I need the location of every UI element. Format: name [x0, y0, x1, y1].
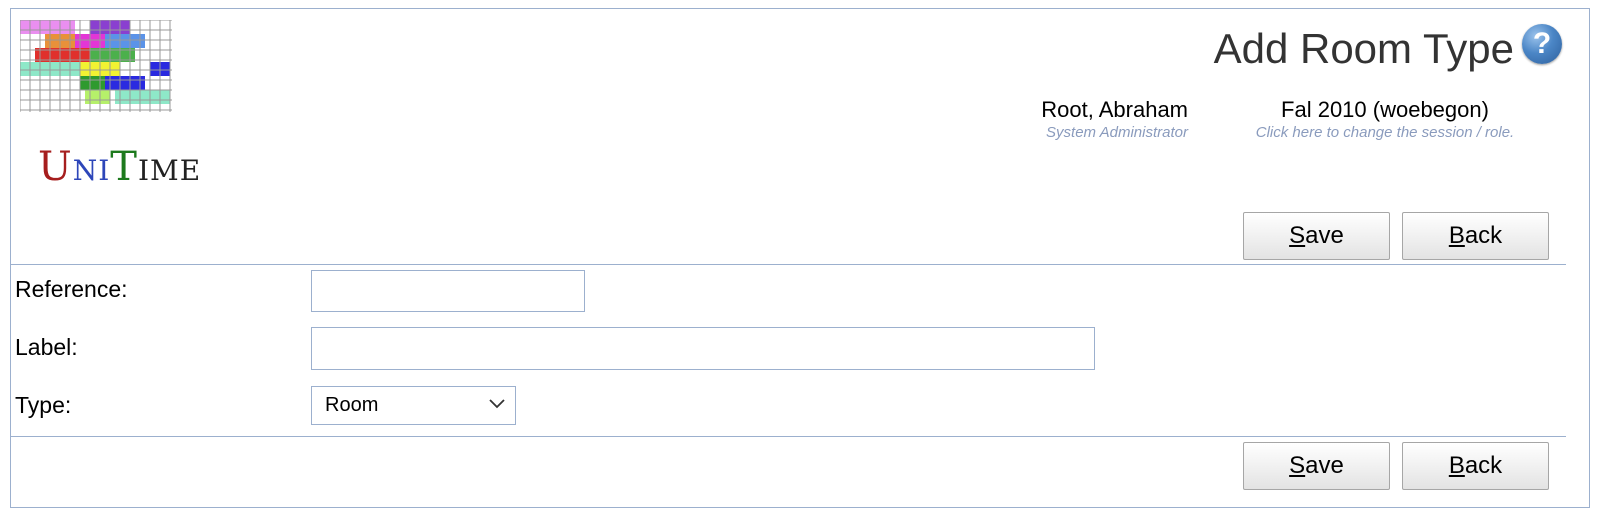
footer-divider [10, 436, 1566, 437]
user-info[interactable]: Root, Abraham System Administrator [1041, 96, 1188, 142]
chevron-down-icon [489, 399, 505, 409]
type-label: Type: [15, 392, 72, 418]
session-name: Fal 2010 (woebegon) [1281, 97, 1489, 122]
save-button-bottom[interactable]: Save [1243, 442, 1390, 490]
unitime-logo[interactable]: UNITIME [20, 20, 200, 190]
back-button-bottom[interactable]: Back [1402, 442, 1549, 490]
reference-input[interactable] [311, 270, 585, 312]
session-info[interactable]: Fal 2010 (woebegon) Click here to change… [1220, 96, 1550, 142]
question-mark-icon[interactable]: ? [1522, 24, 1562, 64]
reference-label: Reference: [15, 276, 128, 302]
page-title: Add Room Type [1213, 25, 1514, 72]
back-button-top[interactable]: Back [1402, 212, 1549, 260]
logo-wordmark: UNITIME [38, 144, 202, 190]
header-divider [10, 264, 1566, 265]
user-name: Root, Abraham [1041, 97, 1188, 122]
label-label: Label: [15, 334, 78, 360]
label-input[interactable] [311, 327, 1095, 370]
save-button-top[interactable]: Save [1243, 212, 1390, 260]
type-select-value: Room [325, 394, 379, 416]
session-hint: Click here to change the session / role. [1255, 124, 1515, 141]
user-role: System Administrator [1046, 124, 1188, 141]
logo-grid-icon [20, 20, 172, 112]
type-select[interactable]: Room [311, 386, 516, 425]
